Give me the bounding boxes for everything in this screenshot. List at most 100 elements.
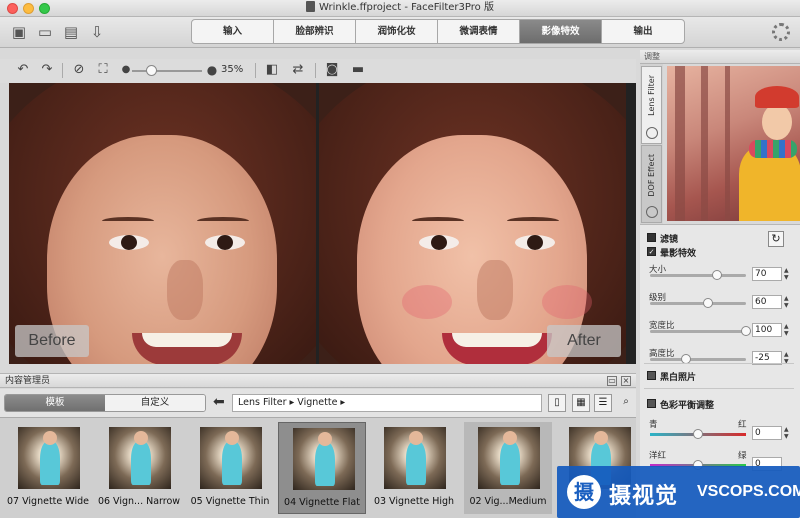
red-label: 红: [738, 420, 747, 430]
thumbnail-subject: [40, 431, 60, 485]
camera-icon: [646, 127, 658, 139]
param-slider-knob[interactable]: [712, 270, 722, 280]
preview-subject-face: [762, 104, 792, 140]
param-slider[interactable]: [650, 358, 746, 361]
param-value[interactable]: 70: [752, 267, 782, 281]
stepper-icon[interactable]: ▲ ▼: [784, 323, 791, 337]
search-icon[interactable]: ⌕: [617, 394, 635, 412]
list-view-icon[interactable]: ☰: [594, 394, 612, 412]
divider: [255, 63, 256, 78]
tree-trunk: [675, 66, 685, 221]
thumbnail-item[interactable]: 06 Vign... Narrow: [95, 422, 183, 514]
tab-dof-effect-label: DOF Effect: [647, 154, 656, 197]
mouth: [132, 333, 242, 364]
maximize-window-button[interactable]: [39, 3, 50, 14]
eyebrow: [412, 217, 464, 225]
thumbnail-image: [478, 427, 540, 489]
preview-subject-scarf: [749, 140, 797, 158]
zoom-slider-knob[interactable]: [146, 65, 157, 76]
zoom-level: 35%: [221, 64, 244, 75]
tab-expression[interactable]: 微调表情: [438, 20, 520, 43]
workflow-tabs: 输入 脸部辨识 润饰化妆 微调表情 影像特效 输出: [191, 19, 685, 44]
param-slider[interactable]: [650, 302, 746, 305]
open-folder-icon[interactable]: ▭: [35, 22, 55, 42]
thumbnail-item[interactable]: 02 Vig...Medium: [464, 422, 552, 514]
param-value[interactable]: 60: [752, 295, 782, 309]
tree-trunk: [725, 66, 730, 221]
tab-dof-effect[interactable]: DOF Effect: [641, 145, 662, 223]
cyan-red-slider-knob[interactable]: [693, 429, 703, 439]
eye: [205, 235, 245, 250]
panel-restore-icon[interactable]: ▭: [607, 376, 617, 386]
panel-close-icon[interactable]: ×: [621, 376, 631, 386]
tab-templates[interactable]: 模板: [5, 395, 105, 411]
thumbnail-subject: [131, 431, 151, 485]
bw-section-title: 黑白照片: [660, 373, 697, 383]
fit-screen-icon[interactable]: ⛶: [94, 61, 112, 79]
thumbnail-subject: [500, 431, 520, 485]
thumbnail-image: [293, 428, 355, 490]
after-photo[interactable]: After: [319, 83, 626, 364]
bw-checkbox[interactable]: [647, 371, 656, 380]
divider: [644, 388, 794, 389]
image-comparison: Before After: [9, 83, 636, 364]
param-slider-knob[interactable]: [741, 326, 751, 336]
thumbnail-item[interactable]: 04 Vignette Flat: [278, 422, 366, 514]
activity-spinner-icon: [772, 23, 790, 41]
split-view-icon[interactable]: ◧: [263, 61, 281, 79]
eye: [515, 235, 555, 250]
thumbnail-item[interactable]: 07 Vignette Wide: [4, 422, 92, 514]
zoom-slider[interactable]: [132, 70, 202, 72]
undo-icon[interactable]: ↶: [14, 61, 32, 79]
preview-subject-hat: [755, 86, 799, 108]
tab-lens-filter[interactable]: Lens Filter: [641, 66, 662, 144]
vignette-checkbox[interactable]: ✓: [647, 247, 656, 256]
nose: [167, 260, 203, 320]
tab-input[interactable]: 输入: [192, 20, 274, 43]
tab-retouch-makeup[interactable]: 润饰化妆: [356, 20, 438, 43]
param-slider-knob[interactable]: [703, 298, 713, 308]
thumbnail-item[interactable]: 03 Vignette High: [370, 422, 458, 514]
tab-face-detection[interactable]: 脸部辨识: [274, 20, 356, 43]
thumbnail-item[interactable]: 05 Vignette Thin: [186, 422, 274, 514]
minimize-window-button[interactable]: [23, 3, 34, 14]
before-photo[interactable]: Before: [9, 83, 316, 364]
tab-lens-filter-label: Lens Filter: [647, 75, 656, 116]
gradient-icon[interactable]: ▬: [349, 61, 367, 79]
watermark-url: VSCOPS.COM: [697, 483, 800, 500]
document-icon: [306, 1, 316, 12]
tab-custom[interactable]: 自定义: [105, 395, 205, 411]
reset-icon[interactable]: ⊘: [70, 61, 88, 79]
thumbnail-label: 02 Vig...Medium: [469, 496, 547, 507]
grid-view-icon[interactable]: ▦: [572, 394, 590, 412]
param-slider[interactable]: [650, 330, 746, 333]
tab-image-effects[interactable]: 影像特效: [520, 20, 602, 43]
breadcrumb[interactable]: Lens Filter ▸ Vignette ▸: [232, 394, 542, 412]
before-label: Before: [15, 325, 89, 357]
stepper-icon[interactable]: ▲ ▼: [784, 426, 791, 440]
redo-icon[interactable]: ↷: [38, 61, 56, 79]
save-icon[interactable]: ▤: [61, 22, 81, 42]
cheek-blush: [542, 285, 592, 319]
reset-icon[interactable]: ↻: [768, 231, 784, 247]
stepper-icon[interactable]: ▲ ▼: [784, 295, 791, 309]
divider: [644, 363, 794, 364]
param-slider[interactable]: [650, 274, 746, 277]
back-arrow-icon[interactable]: ⬅: [213, 394, 225, 410]
editor-toolbar: ↶ ↷ ⊘ ⛶ ● ● 35% ◧ ⇄ ◙ ▬: [0, 59, 636, 83]
param-value[interactable]: 100: [752, 323, 782, 337]
tree-trunk: [701, 66, 708, 221]
camera-icon[interactable]: ◙: [323, 61, 341, 79]
tab-output[interactable]: 输出: [602, 20, 684, 43]
swap-view-icon[interactable]: ⇄: [289, 61, 307, 79]
stepper-icon[interactable]: ▲ ▼: [784, 267, 791, 281]
export-icon[interactable]: ⇩: [87, 22, 107, 42]
cyan-red-value[interactable]: 0: [752, 426, 782, 440]
close-window-button[interactable]: [7, 3, 18, 14]
new-project-icon[interactable]: ▣: [9, 22, 29, 42]
filter-checkbox[interactable]: [647, 233, 656, 242]
thumbnail-image: [109, 427, 171, 489]
save-preset-icon[interactable]: ▯: [548, 394, 566, 412]
color-balance-checkbox[interactable]: [647, 399, 656, 408]
content-manager-header: 内容管理员 ▭ ×: [0, 373, 636, 388]
